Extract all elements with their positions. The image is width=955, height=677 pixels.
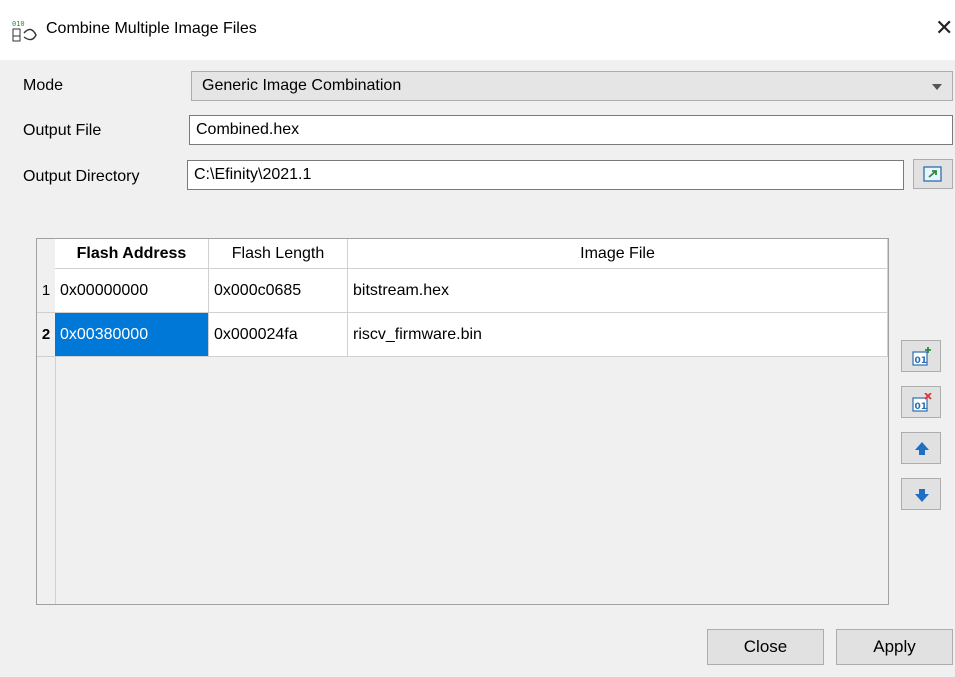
header-flash-address[interactable]: Flash Address (55, 239, 209, 269)
header-image-file[interactable]: Image File (348, 239, 888, 269)
svg-text:010: 010 (12, 20, 25, 28)
move-up-button[interactable] (901, 432, 941, 464)
cell-flash-length[interactable]: 0x000c0685 (209, 269, 348, 313)
remove-image-icon: 01 (912, 393, 932, 412)
mode-label: Mode (23, 77, 64, 94)
cell-image-file[interactable]: bitstream.hex (348, 269, 888, 313)
row-number[interactable]: 1 (37, 269, 55, 313)
arrow-down-icon (915, 489, 929, 502)
row-number[interactable]: 2 (37, 313, 55, 357)
cell-flash-length[interactable]: 0x000024fa (209, 313, 348, 357)
add-image-icon: 01 (912, 347, 931, 366)
move-down-button[interactable] (901, 478, 941, 510)
browse-directory-button[interactable] (913, 159, 953, 189)
header-flash-length[interactable]: Flash Length (209, 239, 348, 269)
svg-text:01: 01 (915, 356, 928, 366)
window-title: Combine Multiple Image Files (46, 20, 257, 37)
cell-flash-address[interactable]: 0x00000000 (55, 269, 209, 313)
mode-value: Generic Image Combination (202, 77, 402, 94)
close-button[interactable]: Close (707, 629, 824, 665)
output-file-input[interactable]: Combined.hex (189, 115, 953, 145)
close-icon[interactable]: ✕ (935, 14, 953, 42)
chevron-down-icon (932, 84, 942, 90)
mode-select[interactable]: Generic Image Combination (191, 71, 953, 101)
combine-image-icon: 010 (12, 20, 37, 42)
output-file-label: Output File (23, 122, 102, 139)
cell-image-file[interactable]: riscv_firmware.bin (348, 313, 888, 357)
remove-image-button[interactable]: 01 (901, 386, 941, 418)
title-bar: 010 Combine Multiple Image Files ✕ (0, 0, 955, 60)
add-image-button[interactable]: 01 (901, 340, 941, 372)
output-directory-input[interactable]: C:\Efinity\2021.1 (187, 160, 904, 190)
output-directory-label: Output Directory (23, 168, 140, 185)
svg-text:01: 01 (915, 402, 928, 412)
arrow-up-icon (915, 442, 929, 455)
apply-button[interactable]: Apply (836, 629, 953, 665)
cell-flash-address[interactable]: 0x00380000 (55, 313, 209, 357)
image-table: Flash Address Flash Length Image File 1 … (36, 238, 889, 605)
folder-browse-icon (923, 166, 942, 182)
